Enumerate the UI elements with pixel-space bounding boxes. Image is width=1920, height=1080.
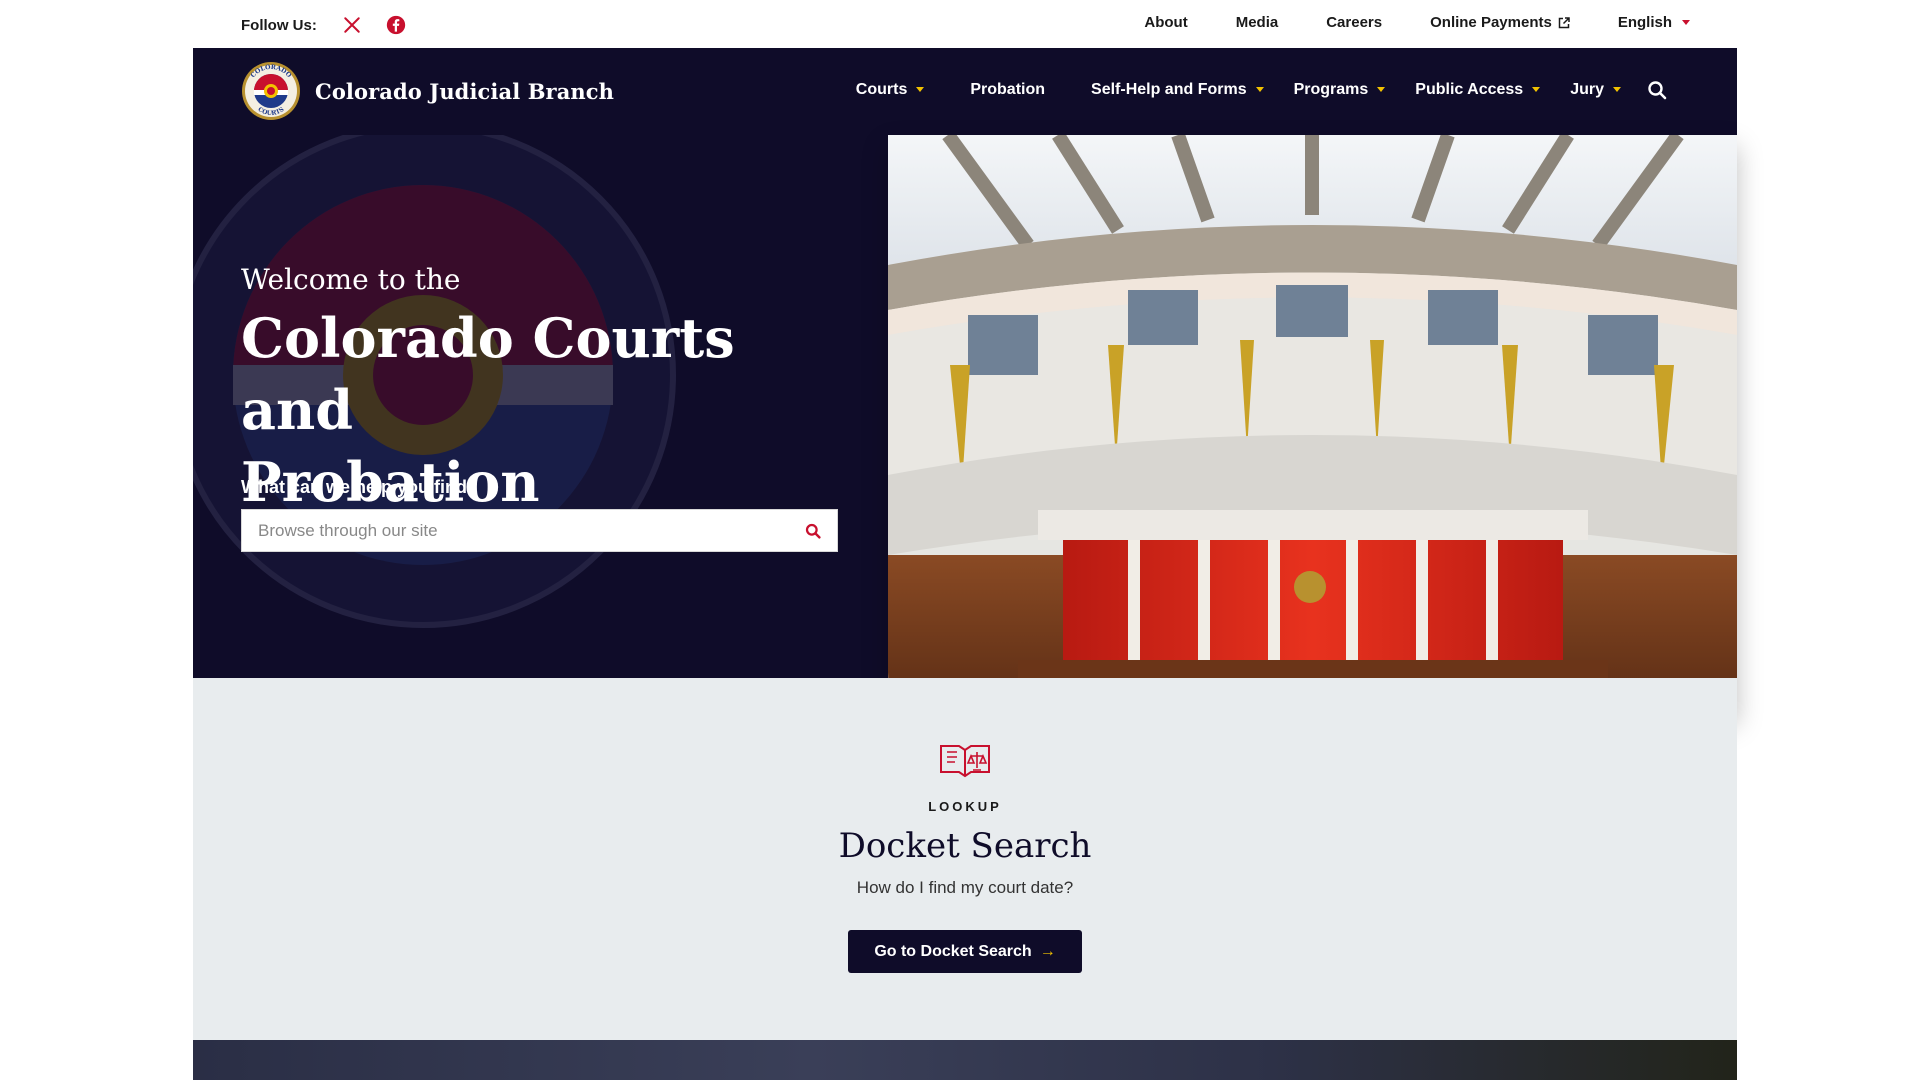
careers-link[interactable]: Careers (1326, 14, 1382, 31)
arrow-right-icon: → (1039, 942, 1056, 960)
chevron-down-icon (1682, 20, 1690, 25)
docket-search-button-label: Go to Docket Search (874, 942, 1032, 960)
next-section-image (193, 1040, 1737, 1080)
search-label: What can we help you find? (241, 477, 479, 497)
chevron-down-icon (1255, 86, 1264, 92)
follow-us: Follow Us: (241, 14, 429, 36)
nav-item-programs[interactable]: Programs (1294, 81, 1386, 99)
follow-us-label: Follow Us: (241, 16, 317, 34)
nav-item-jury[interactable]: Jury (1570, 81, 1621, 99)
search-icon[interactable] (1647, 80, 1667, 105)
nav-item-self-help-forms[interactable]: Self-Help and Forms (1091, 81, 1264, 99)
chevron-down-icon (1532, 86, 1541, 92)
docket-lookup-section: LOOKUP Docket Search How do I find my co… (193, 678, 1737, 1040)
hero-pre-title: Welcome to the (241, 263, 461, 296)
lookup-eyebrow: LOOKUP (928, 799, 1002, 814)
external-link-icon (1558, 16, 1570, 28)
lookup-content: LOOKUP Docket Search How do I find my co… (193, 740, 1737, 973)
utility-links: About Media Careers Online Payments Engl… (1096, 14, 1690, 31)
chevron-down-icon (1613, 86, 1621, 92)
site-search-box (241, 509, 838, 552)
nav-item-probation[interactable]: Probation (970, 81, 1045, 99)
lookup-title: Docket Search (838, 826, 1092, 866)
docket-search-button[interactable]: Go to Docket Search → (848, 930, 1082, 973)
utility-bar: Follow Us: About Media Careers Online Pa… (0, 0, 1920, 48)
primary-nav: Courts Probation Self-Help and Forms Pro… (810, 81, 1621, 99)
docket-book-scales-icon (940, 745, 990, 778)
nav-item-public-access[interactable]: Public Access (1415, 81, 1541, 99)
chevron-down-icon (1377, 86, 1386, 92)
brand-name: Colorado Judicial Branch (315, 78, 615, 104)
courtroom-photo (888, 135, 1737, 713)
chevron-down-icon (916, 86, 925, 92)
hero-title-line1: Colorado Courts and (241, 306, 735, 442)
lookup-subtitle: How do I find my court date? (856, 878, 1074, 897)
media-link[interactable]: Media (1236, 14, 1279, 31)
brand-home-link[interactable]: COLORADO COURTS Colorado Judicial Branch (241, 61, 614, 121)
nav-item-courts[interactable]: Courts (856, 81, 925, 99)
site-search-input[interactable] (258, 520, 795, 541)
online-payments-link[interactable]: Online Payments (1430, 14, 1570, 31)
about-link[interactable]: About (1144, 14, 1187, 31)
search-submit-icon[interactable] (805, 523, 821, 539)
facebook-icon[interactable] (385, 14, 407, 36)
colorado-courts-seal-logo: COLORADO COURTS (242, 62, 300, 120)
x-icon[interactable] (341, 14, 363, 36)
language-select[interactable]: English (1618, 14, 1690, 31)
main-navigation: COLORADO COURTS Colorado Judicial Branch… (193, 48, 1737, 135)
